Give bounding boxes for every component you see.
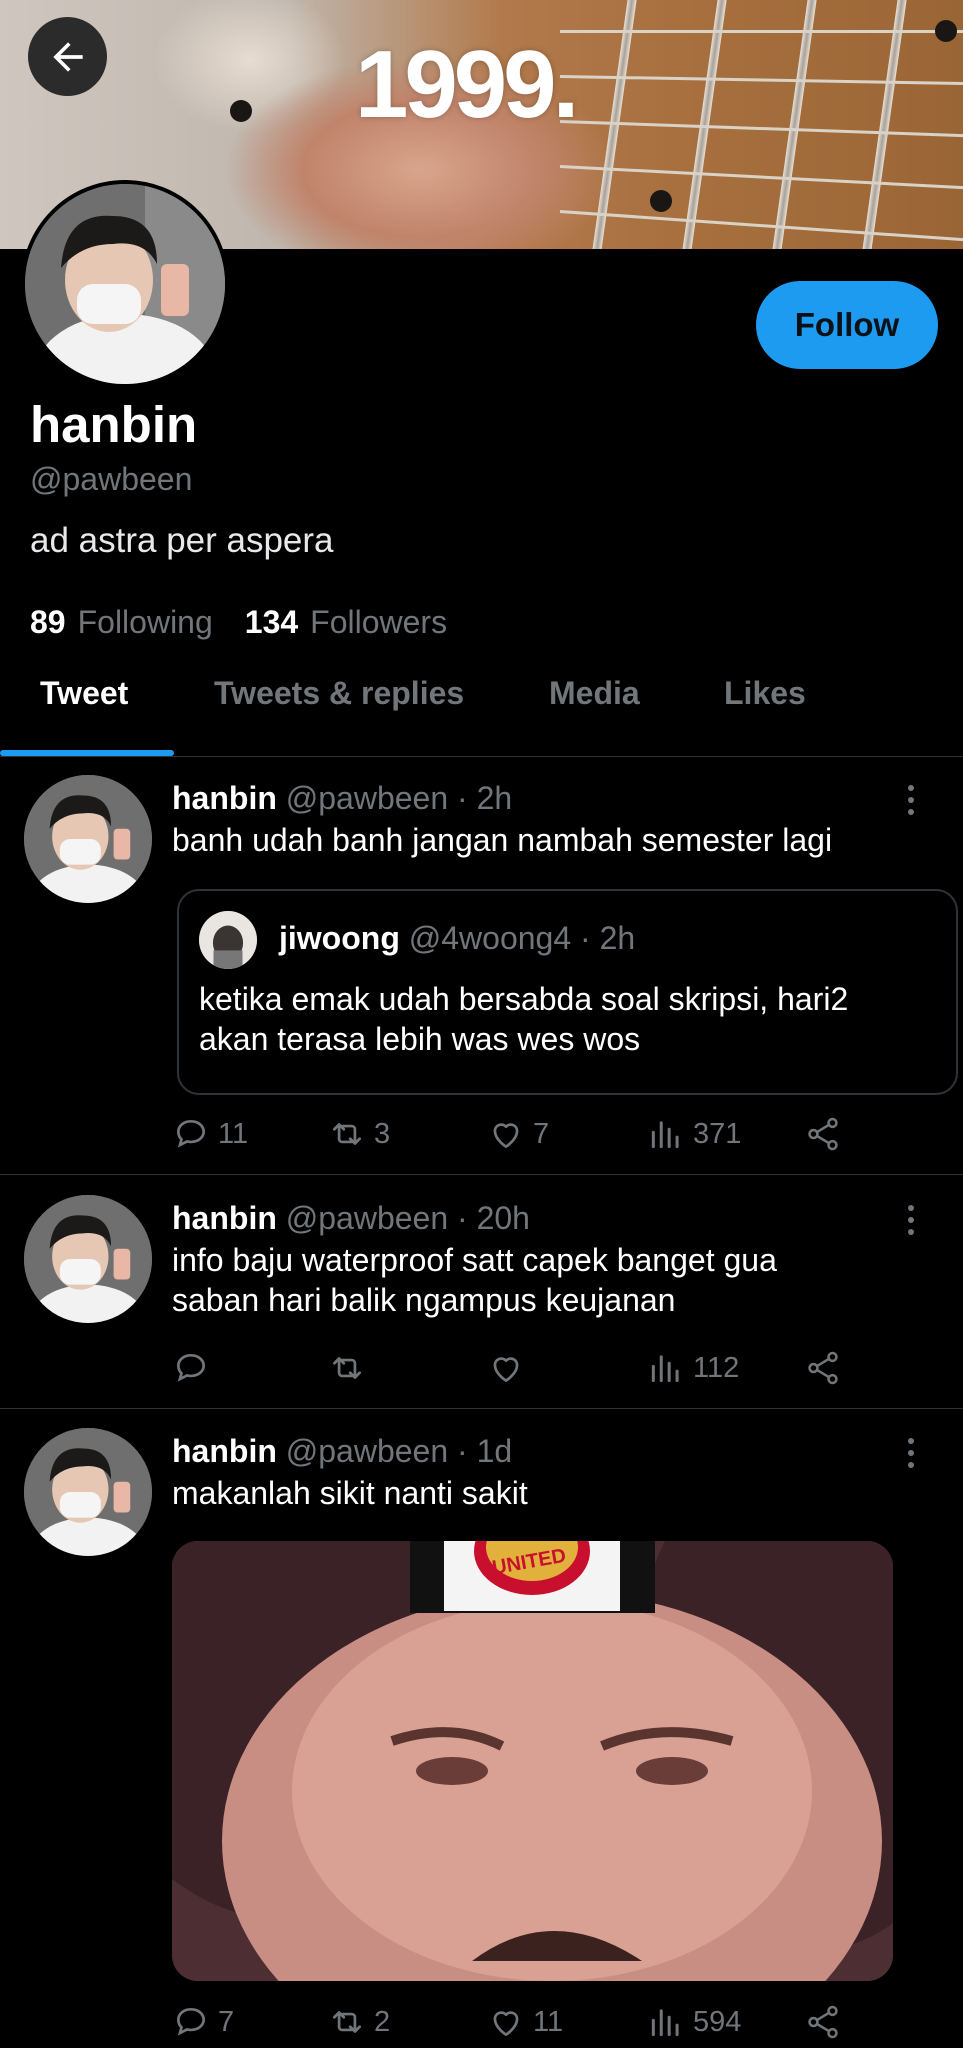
like-count: 7	[533, 1117, 550, 1150]
tweet-avatar[interactable]	[24, 1428, 152, 1556]
tweet-header: hanbin @pawbeen · 2h	[172, 780, 512, 817]
tweet-avatar[interactable]	[24, 1195, 152, 1323]
tab-likes[interactable]: Likes	[724, 675, 806, 712]
tweet-header: hanbin @pawbeen · 20h	[172, 1200, 530, 1237]
chart-bars-icon	[651, 1121, 679, 1149]
views-button[interactable]: 371	[647, 1112, 741, 1156]
tabs-divider	[0, 756, 963, 757]
share-button[interactable]	[804, 1346, 842, 1390]
comment-icon	[176, 2007, 206, 2036]
more-vertical-icon[interactable]	[891, 780, 931, 820]
more-vertical-icon[interactable]	[891, 1433, 931, 1473]
retweet-count: 2	[374, 2005, 391, 2038]
banner-caption: 1999.	[355, 31, 579, 138]
retweet-button[interactable]: 2	[328, 2000, 390, 2044]
profile-avatar[interactable]	[21, 180, 229, 388]
reply-count: 7	[218, 2005, 235, 2038]
share-icon	[808, 2005, 838, 2039]
heart-icon	[493, 1357, 519, 1383]
tab-tweets-replies[interactable]: Tweets & replies	[214, 675, 464, 712]
arrow-left-icon	[52, 41, 83, 72]
chart-bars-icon	[651, 1355, 679, 1383]
tweet-text: info baju waterproof satt capek banget g…	[172, 1242, 777, 1318]
quoted-avatar	[199, 911, 257, 969]
like-button[interactable]: 11	[487, 2000, 563, 2044]
tweet-author-meta: @pawbeen · 2h	[285, 780, 513, 816]
like-button[interactable]	[487, 1346, 533, 1390]
tweet-text: banh udah banh jangan nambah semester la…	[172, 822, 833, 858]
profile-handle: @pawbeen	[30, 461, 193, 497]
heart-icon	[493, 1123, 519, 1149]
reply-count: 11	[218, 1117, 249, 1150]
share-icon	[808, 1117, 838, 1151]
views-button[interactable]: 112	[647, 1346, 739, 1390]
reply-button[interactable]	[172, 1346, 218, 1390]
tweet-actions: 112	[172, 1346, 852, 1390]
retweet-count: 3	[374, 1117, 391, 1150]
tweet-header: hanbin @pawbeen · 1d	[172, 1433, 512, 1470]
tweet-author-name[interactable]: hanbin	[172, 1200, 277, 1236]
tweet-media-image[interactable]: UNITED	[172, 1541, 893, 1981]
share-button[interactable]	[804, 1112, 842, 1156]
profile-tabs: Tweet Tweets & replies Media Likes	[0, 660, 963, 757]
tweet-author-meta: @pawbeen · 20h	[285, 1200, 530, 1236]
follow-button[interactable]: Follow	[756, 281, 938, 369]
back-button[interactable]	[28, 17, 107, 96]
retweet-icon	[332, 1357, 362, 1379]
quoted-tweet[interactable]: jiwoong @4woong4 · 2h ketika emak udah b…	[177, 889, 958, 1095]
heart-icon	[493, 2011, 519, 2037]
like-button[interactable]: 7	[487, 1112, 549, 1156]
quoted-text: ketika emak udah bersabda soal skripsi, …	[199, 981, 849, 1057]
followers-count[interactable]: 134	[245, 604, 298, 641]
quoted-author-meta: @4woong4 · 2h	[408, 920, 636, 956]
tweet-text: makanlah sikit nanti sakit	[172, 1475, 528, 1511]
tweet-actions: 7 2 11 594	[172, 2000, 852, 2044]
retweet-icon	[332, 1123, 362, 1145]
profile-name: hanbin	[30, 396, 198, 453]
tweet-author-name[interactable]: hanbin	[172, 1433, 277, 1469]
quoted-author-name: jiwoong	[279, 920, 400, 956]
comment-icon	[176, 1353, 206, 1382]
retweet-button[interactable]: 3	[328, 1112, 390, 1156]
tweet-author-meta: @pawbeen · 1d	[285, 1433, 513, 1469]
retweet-button[interactable]	[328, 1346, 374, 1390]
followers-label[interactable]: Followers	[310, 604, 447, 641]
profile-bio: ad astra per aspera	[30, 521, 334, 560]
tweet-avatar[interactable]	[24, 775, 152, 903]
more-vertical-icon[interactable]	[891, 1200, 931, 1240]
retweet-icon	[332, 2011, 362, 2033]
views-count: 371	[693, 1117, 742, 1150]
tweet-divider	[0, 1174, 963, 1175]
like-count: 11	[533, 2005, 564, 2038]
chart-bars-icon	[651, 2009, 679, 2037]
comment-icon	[176, 1119, 206, 1148]
tab-media[interactable]: Media	[549, 675, 640, 712]
profile-stats: 89 Following 134 Followers	[30, 604, 479, 641]
tweet-divider	[0, 1408, 963, 1409]
views-button[interactable]: 594	[647, 2000, 741, 2044]
views-count: 112	[693, 1351, 740, 1384]
reply-button[interactable]: 7	[172, 2000, 234, 2044]
views-count: 594	[693, 2005, 742, 2038]
following-label[interactable]: Following	[78, 604, 213, 641]
following-count[interactable]: 89	[30, 604, 66, 641]
share-button[interactable]	[804, 2000, 842, 2044]
tweet-actions: 11 3 7 371	[172, 1112, 852, 1156]
reply-button[interactable]: 11	[172, 1112, 248, 1156]
tweet-author-name[interactable]: hanbin	[172, 780, 277, 816]
quoted-header: jiwoong @4woong4 · 2h	[279, 920, 635, 957]
tab-tweet[interactable]: Tweet	[40, 675, 128, 712]
share-icon	[808, 1351, 838, 1385]
